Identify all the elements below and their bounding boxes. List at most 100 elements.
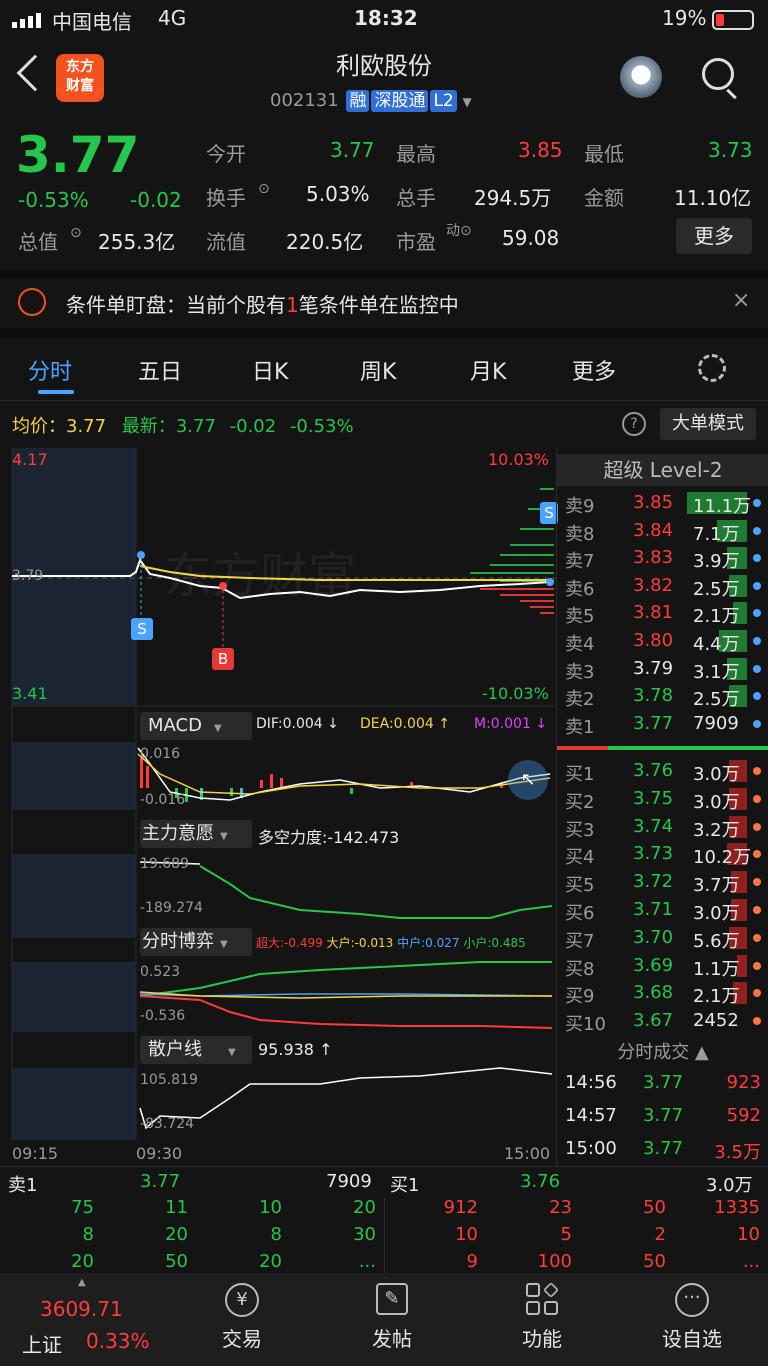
tab-monthly-k[interactable]: 月K: [470, 354, 506, 386]
level2-title[interactable]: 超级 Level-2: [557, 454, 768, 486]
buy-level-price: 3.72: [633, 871, 674, 893]
sell-level-row[interactable]: 卖7 3.83 3.9万: [557, 545, 768, 572]
sell-level-dot: [753, 581, 761, 590]
trade-volume: 923: [726, 1072, 761, 1093]
sell-level-dot: [753, 664, 761, 673]
buy-level-label: 买7: [565, 930, 595, 952]
sell-level-row[interactable]: 卖3 3.79 3.1万: [557, 656, 768, 683]
queue-buy-vol: 3.0万: [706, 1175, 753, 1196]
intraday-chart[interactable]: 4.17 3.41 3.79 10.03% -10.03% 东方财富 S S B…: [0, 448, 558, 1166]
collapse-icon[interactable]: ↖: [508, 760, 548, 800]
bottom-bar: ▲ 3609.71 上证 0.33% ¥ 交易 ✎ 发帖 功能 ··· 设自选: [0, 1273, 768, 1366]
last-price: 3.77: [16, 126, 140, 184]
buy-level-row[interactable]: 买6 3.71 3.0万: [557, 897, 768, 924]
zl-bottom: -189.274: [140, 900, 203, 916]
clock: 18:32: [354, 6, 418, 30]
label-open: 今开: [206, 142, 246, 166]
settings-icon[interactable]: [698, 354, 726, 382]
sell-level-volume: 2.5万: [693, 578, 740, 600]
close-icon[interactable]: ×: [732, 288, 750, 313]
label-float-value: 流值: [206, 230, 246, 254]
search-icon[interactable]: [702, 58, 734, 90]
big-order-mode-button[interactable]: 大单模式: [660, 408, 756, 440]
sell-level-row[interactable]: 卖9 3.85 11.1万: [557, 490, 768, 517]
buy-level-row[interactable]: 买2 3.75 3.0万: [557, 786, 768, 813]
nav-trade[interactable]: ¥ 交易: [210, 1283, 274, 1352]
sell-level-price: 3.85: [633, 492, 674, 513]
sell-level-label: 卖5: [565, 606, 595, 628]
bo-selector[interactable]: 分时博弈 ▼: [140, 928, 252, 956]
sell-level-row[interactable]: 卖6 3.82 2.5万: [557, 573, 768, 600]
buy-level-row[interactable]: 买4 3.73 10.2万: [557, 841, 768, 868]
buy-level-label: 买9: [565, 986, 595, 1008]
nav-functions-label: 功能: [522, 1327, 562, 1351]
buy-level-row[interactable]: 买10 3.67 2452: [557, 1008, 768, 1035]
queue-sell-cell: 11: [165, 1197, 188, 1218]
nav-add-watchlist-label: 设自选: [662, 1327, 722, 1351]
value-low: 3.73: [708, 138, 753, 162]
nav-post[interactable]: ✎ 发帖: [360, 1283, 424, 1352]
sh-selector[interactable]: 散户线 ▼: [140, 1036, 252, 1064]
trade-time: 14:56: [565, 1072, 617, 1093]
value-volume: 294.5万: [474, 186, 552, 210]
tab-active-indicator: [38, 390, 74, 394]
nav-add-watchlist[interactable]: ··· 设自选: [650, 1283, 734, 1352]
buy-level-row[interactable]: 买8 3.69 1.1万: [557, 953, 768, 980]
buy-level-row[interactable]: 买1 3.76 3.0万: [557, 758, 768, 785]
queue-sell-cell: 30: [353, 1224, 376, 1245]
trade-price: 3.77: [643, 1138, 684, 1159]
help-icon[interactable]: ?: [622, 412, 646, 436]
sell-level-row[interactable]: 卖5 3.81 2.1万: [557, 600, 768, 628]
sell-level-row[interactable]: 卖1 3.77 7909: [557, 711, 768, 738]
index-ticker[interactable]: ▲ 3609.71 上证 0.33%: [0, 1273, 170, 1366]
power-icon: [18, 288, 46, 316]
buy-level-label: 买2: [565, 791, 595, 813]
sell-level-dot: [753, 719, 761, 728]
buy-level-row[interactable]: 买7 3.70 5.6万: [557, 925, 768, 952]
trades-title[interactable]: 分时成交 ▲: [557, 1038, 768, 1064]
buy-level-volume: 3.0万: [693, 791, 740, 813]
sh-name: 散户线: [148, 1039, 202, 1060]
sell-level-price: 3.83: [633, 547, 674, 569]
buy-level-label: 买6: [565, 903, 595, 924]
macd-dif: DIF:0.004 ↓: [256, 716, 339, 732]
robot-icon[interactable]: [620, 56, 662, 98]
tab-intraday[interactable]: 分时: [28, 354, 72, 386]
buy-level-volume: 3.2万: [693, 819, 740, 841]
condition-notice[interactable]: 条件单盯盘：当前个股有1笔条件单在监控中 ×: [0, 278, 768, 328]
sell-level-label: 卖3: [565, 661, 595, 683]
tab-daily-k[interactable]: 日K: [252, 354, 288, 386]
trade-row: 14:56 3.77 923: [557, 1070, 768, 1098]
tag-l2: L2: [430, 90, 457, 112]
buy-level-dot: [753, 1017, 761, 1026]
nav-post-label: 发帖: [372, 1327, 412, 1351]
buy-level-row[interactable]: 买5 3.72 3.7万: [557, 869, 768, 896]
label-low: 最低: [584, 142, 624, 166]
buy-level-row[interactable]: 买9 3.68 2.1万: [557, 980, 768, 1008]
queue-sell-cell: 20: [71, 1251, 94, 1272]
chevron-down-icon[interactable]: ▼: [462, 95, 471, 109]
queue-sell-cell: 8: [82, 1224, 94, 1245]
chart-y-bottom: 3.41: [12, 684, 48, 703]
tab-5day[interactable]: 五日: [138, 354, 182, 386]
tab-more[interactable]: 更多: [572, 354, 616, 386]
chart-y-mid: 3.79: [12, 568, 44, 584]
trade-volume: 592: [726, 1105, 761, 1126]
tab-weekly-k[interactable]: 周K: [360, 354, 396, 386]
nav-functions[interactable]: 功能: [510, 1282, 574, 1352]
macd-selector[interactable]: MACD ▼: [140, 712, 252, 740]
info-icon[interactable]: 动⊙: [446, 220, 472, 240]
sell-level-dot: [753, 499, 761, 507]
info-icon[interactable]: ⊙: [258, 181, 270, 197]
sell-level-row[interactable]: 卖8 3.84 7.1万: [557, 518, 768, 545]
info-icon[interactable]: ⊙: [70, 225, 82, 241]
buy-level-label: 买3: [565, 819, 595, 841]
sell-level-row[interactable]: 卖4 3.80 4.4万: [557, 628, 768, 655]
bo-name: 分时博弈: [142, 931, 214, 952]
latest-label: 最新：: [121, 416, 176, 437]
zl-selector[interactable]: 主力意愿 ▼: [140, 820, 252, 848]
time-close: 15:00: [504, 1144, 551, 1163]
more-button[interactable]: 更多: [676, 218, 752, 254]
sell-level-row[interactable]: 卖2 3.78 2.5万: [557, 683, 768, 710]
buy-level-row[interactable]: 买3 3.74 3.2万: [557, 814, 768, 841]
